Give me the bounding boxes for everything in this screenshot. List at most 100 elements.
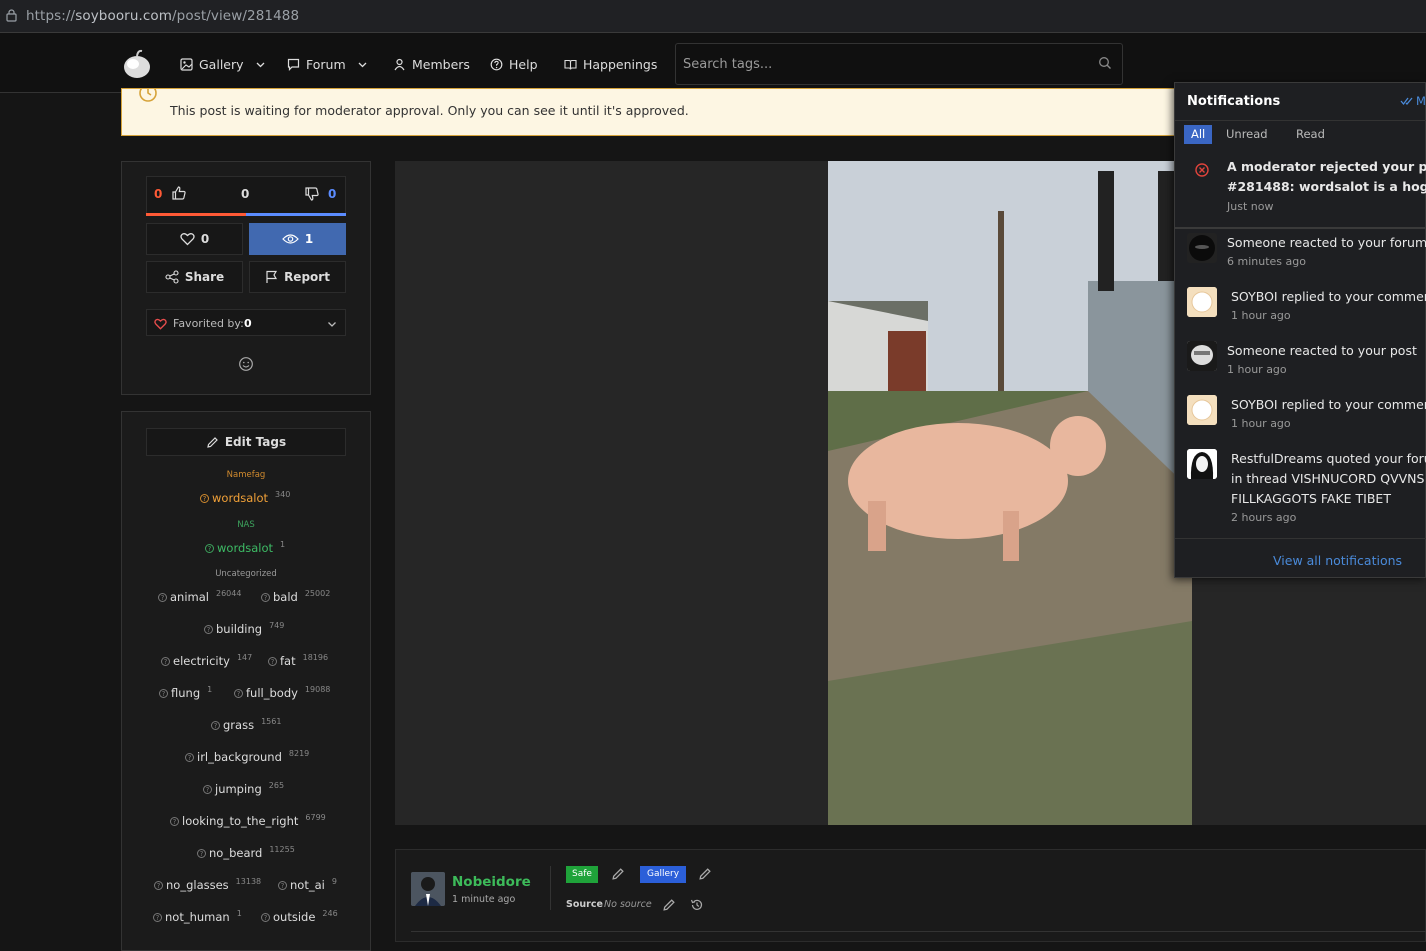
tag-item[interactable]: ? full_body 19088 <box>234 685 330 700</box>
pencil-icon[interactable] <box>698 867 712 881</box>
tag-name[interactable]: irl_background <box>197 750 282 764</box>
browser-url-bar[interactable]: https://soybooru.com/post/view/281488 <box>0 0 1426 33</box>
share-button[interactable]: Share <box>146 261 243 293</box>
tag-name[interactable]: jumping <box>215 782 262 796</box>
tag-help-icon[interactable]: ? <box>185 752 194 762</box>
tag-name[interactable]: fat <box>280 654 296 668</box>
tag-item[interactable]: ? bald 25002 <box>261 589 330 604</box>
thumbs-down-icon[interactable] <box>304 186 320 202</box>
tab-all[interactable]: All <box>1184 125 1213 144</box>
pencil-icon[interactable] <box>662 898 676 912</box>
tag-help-icon[interactable]: ? <box>204 624 213 634</box>
tag-name[interactable]: wordsalot <box>212 491 268 505</box>
tag-count: 8219 <box>288 748 310 758</box>
question-circle-icon <box>490 58 503 70</box>
notification-item[interactable]: A moderator rejected your post #281488: … <box>1175 151 1426 227</box>
tag-help-icon[interactable]: ? <box>261 912 270 922</box>
tag-help-icon[interactable]: ? <box>205 543 214 553</box>
tag-help-icon[interactable]: ? <box>159 688 168 698</box>
tag-item[interactable]: ? wordsalot 1 <box>205 540 285 555</box>
tag-item[interactable]: ? building 749 <box>204 621 284 636</box>
tag-item[interactable]: ? no_glasses 13138 <box>154 877 261 892</box>
report-button[interactable]: Report <box>249 261 346 293</box>
tag-help-icon[interactable]: ? <box>203 784 212 794</box>
edit-tags-button[interactable]: Edit Tags <box>146 428 346 456</box>
notification-item[interactable]: SOYBOI replied to your commen 1 hour ago <box>1175 285 1426 339</box>
uploader-name[interactable]: Nobeidore <box>452 874 531 890</box>
tag-help-icon[interactable]: ? <box>211 720 220 730</box>
notification-item[interactable]: Someone reacted to your post 1 hour ago <box>1175 339 1426 393</box>
tag-item[interactable]: ? not_human 1 <box>153 909 242 924</box>
tab-read[interactable]: Read <box>1289 125 1332 144</box>
tag-item[interactable]: ? grass 1561 <box>211 717 281 732</box>
favorited-by-dropdown[interactable]: Favorited by: 0 <box>146 309 346 336</box>
tag-help-icon[interactable]: ? <box>170 816 179 826</box>
tag-item[interactable]: ? looking_to_the_right 6799 <box>170 813 326 828</box>
tag-item[interactable]: ? outside 246 <box>261 909 338 924</box>
chevron-down-icon <box>256 62 264 67</box>
tag-help-icon[interactable]: ? <box>261 592 270 602</box>
tag-item[interactable]: ? flung 1 <box>159 685 212 700</box>
tag-help-icon[interactable]: ? <box>278 880 287 890</box>
tag-item[interactable]: ? jumping 265 <box>203 781 284 796</box>
tag-name[interactable]: outside <box>273 910 315 924</box>
post-image[interactable] <box>828 161 1192 825</box>
category-badge[interactable]: Gallery <box>640 866 687 883</box>
mark-all-read-button[interactable]: M <box>1400 94 1426 108</box>
tag-name[interactable]: animal <box>170 590 209 604</box>
tag-help-icon[interactable]: ? <box>153 912 162 922</box>
pencil-icon[interactable] <box>611 867 625 881</box>
tag-help-icon[interactable]: ? <box>154 880 163 890</box>
favorite-button[interactable]: 0 <box>146 223 243 255</box>
notification-item[interactable]: RestfulDreams quoted your foru in thread… <box>1175 447 1426 531</box>
nav-forum[interactable]: Forum <box>287 55 369 73</box>
tag-name[interactable]: full_body <box>246 686 298 700</box>
tag-name[interactable]: electricity <box>173 654 230 668</box>
tag-item[interactable]: ? animal 26044 <box>158 589 241 604</box>
nav-help[interactable]: Help <box>490 55 538 73</box>
rating-badge[interactable]: Safe <box>566 866 598 883</box>
tag-help-icon[interactable]: ? <box>268 656 277 666</box>
nav-happenings[interactable]: Happenings <box>564 55 657 73</box>
tag-help-icon[interactable]: ? <box>200 493 209 503</box>
tag-name[interactable]: wordsalot <box>217 541 273 555</box>
views-button[interactable]: 1 <box>249 223 346 255</box>
chevron-down-icon <box>358 62 367 67</box>
tag-item[interactable]: ? wordsalot 340 <box>200 490 290 505</box>
tag-item[interactable]: ? not_ai 9 <box>278 877 337 892</box>
tag-item[interactable]: ? irl_background 8219 <box>185 748 310 764</box>
tag-item[interactable]: ? no_beard 11255 <box>197 845 295 860</box>
uploader-avatar[interactable] <box>411 872 445 906</box>
tag-name[interactable]: building <box>216 622 262 636</box>
nav-gallery[interactable]: Gallery <box>180 55 267 73</box>
tag-name[interactable]: not_ai <box>290 878 325 892</box>
tag-name[interactable]: flung <box>171 686 200 700</box>
tag-name[interactable]: looking_to_the_right <box>182 814 298 828</box>
tag-name[interactable]: bald <box>273 590 298 604</box>
nav-members[interactable]: Members <box>393 55 470 73</box>
tag-item[interactable]: ? electricity 147 <box>161 653 252 668</box>
tag-help-icon[interactable]: ? <box>197 848 206 858</box>
view-all-notifications-link[interactable]: View all notifications <box>1273 553 1402 568</box>
tab-unread[interactable]: Unread <box>1219 125 1275 144</box>
tag-help-icon[interactable]: ? <box>234 688 243 698</box>
search-icon[interactable] <box>1098 56 1112 70</box>
tag-name[interactable]: not_human <box>165 910 230 924</box>
notification-item[interactable]: SOYBOI replied to your commen 1 hour ago <box>1175 393 1426 447</box>
site-logo-icon[interactable] <box>121 48 153 80</box>
tag-help-icon[interactable]: ? <box>161 656 170 666</box>
tag-name[interactable]: grass <box>223 718 254 732</box>
tag-name[interactable]: no_beard <box>209 846 262 860</box>
tag-search-box[interactable]: Search tags... <box>675 43 1123 85</box>
divider <box>411 931 1426 932</box>
notification-text: SOYBOI replied to your commen <box>1231 289 1426 304</box>
tag-item[interactable]: ? fat 18196 <box>268 653 328 668</box>
notification-item[interactable]: Someone reacted to your forum 6 minutes … <box>1175 231 1426 285</box>
add-reaction-icon[interactable] <box>238 356 254 372</box>
thumbs-up-icon[interactable] <box>171 185 187 201</box>
history-icon[interactable] <box>690 898 704 912</box>
tag-name[interactable]: no_glasses <box>166 878 229 892</box>
search-input[interactable]: Search tags... <box>683 57 772 72</box>
tag-help-icon[interactable]: ? <box>158 592 167 602</box>
notifications-dropdown: Notifications M All Unread Read A modera… <box>1174 82 1426 578</box>
